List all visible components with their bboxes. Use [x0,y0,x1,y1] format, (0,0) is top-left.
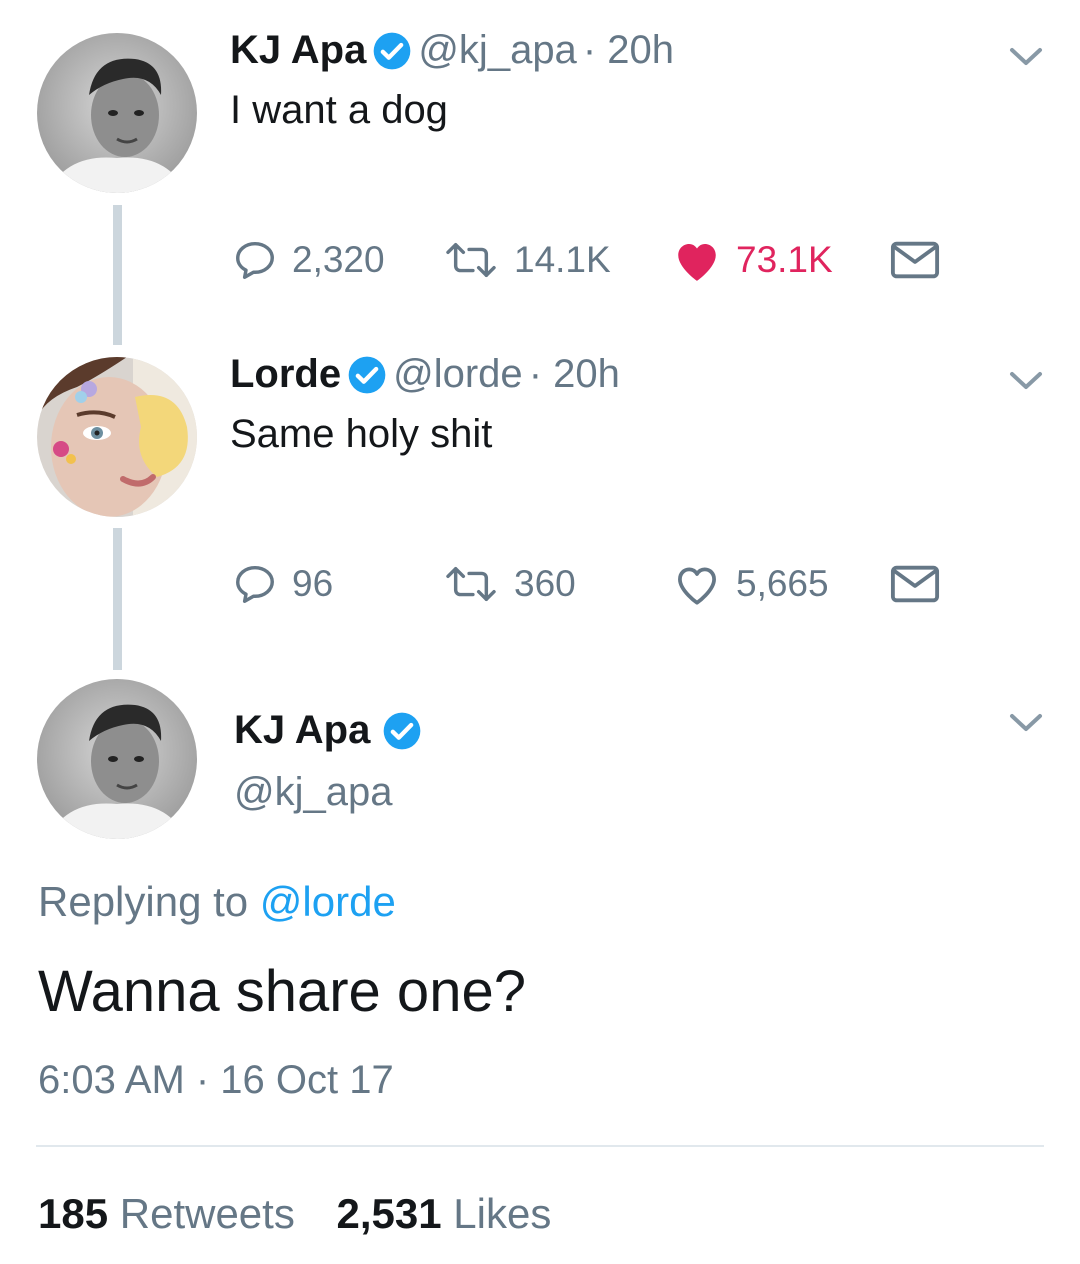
reply-icon [232,237,278,283]
heart-icon [672,237,722,283]
dm-button[interactable] [890,556,940,612]
like-button[interactable]: 73.1K [672,232,833,288]
mention-link[interactable]: @lorde [260,878,396,925]
reply-button[interactable]: 2,320 [232,232,385,288]
retweet-count: 360 [514,563,576,604]
dm-icon [890,240,940,280]
author-name[interactable]: Lorde [230,352,341,397]
divider [36,1145,1044,1147]
chevron-down-icon[interactable] [1006,42,1046,75]
replying-to: Replying to @lorde [38,878,396,926]
heart-icon [672,561,722,607]
verified-badge-icon [382,711,422,751]
thread-line [113,528,122,670]
tweet-header: KJ Apa @kj_apa · 20h [230,28,674,73]
verified-badge-icon [372,31,412,71]
verified-badge-icon [347,355,387,395]
dm-icon [890,564,940,604]
retweets-count: 185 [38,1190,109,1237]
chevron-down-icon[interactable] [1006,366,1046,399]
tweet-actions: 2,320 14.1K 73.1K [232,232,952,288]
reply-icon [232,561,278,607]
reply-count: 2,320 [292,239,385,280]
tweet-text: Wanna share one? [38,959,526,1024]
likes-label: Likes [453,1190,552,1237]
chevron-down-icon[interactable] [1006,708,1046,741]
tweet-time[interactable]: · 20h [529,352,620,397]
like-count: 73.1K [736,239,833,280]
retweet-button[interactable]: 14.1K [442,232,611,288]
likes-stat[interactable]: 2,531 Likes [337,1190,552,1237]
focused-author: KJ Apa [234,708,422,753]
tweet-actions: 96 360 5,665 [232,556,952,612]
thread-line [113,205,122,345]
avatar[interactable] [37,679,197,839]
author-handle[interactable]: @kj_apa [418,28,576,73]
retweet-count: 14.1K [514,239,611,280]
avatar[interactable] [37,33,197,193]
like-button[interactable]: 5,665 [672,556,829,612]
tweet-time[interactable]: · 20h [583,28,674,73]
retweet-button[interactable]: 360 [442,556,576,612]
author-name[interactable]: KJ Apa [230,28,366,73]
like-count: 5,665 [736,563,829,604]
retweets-label: Retweets [119,1190,295,1237]
replying-to-label: Replying to [38,878,249,925]
likes-count: 2,531 [336,1190,442,1237]
reply-count: 96 [292,563,334,604]
dm-button[interactable] [890,232,940,288]
author-name[interactable]: KJ Apa [234,708,370,753]
retweet-icon [442,561,500,607]
tweet-stats: 185 Retweets 2,531 Likes [38,1190,551,1238]
avatar[interactable] [37,357,197,517]
retweet-icon [442,237,500,283]
author-handle[interactable]: @kj_apa [234,770,392,815]
reply-button[interactable]: 96 [232,556,333,612]
retweets-stat[interactable]: 185 Retweets [38,1190,295,1237]
author-handle[interactable]: @lorde [393,352,523,397]
tweet-text: Same holy shit [230,412,493,456]
tweet-text: I want a dog [230,88,448,132]
tweet-timestamp[interactable]: 6:03 AM · 16 Oct 17 [38,1058,394,1103]
tweet-header: Lorde @lorde · 20h [230,352,620,397]
